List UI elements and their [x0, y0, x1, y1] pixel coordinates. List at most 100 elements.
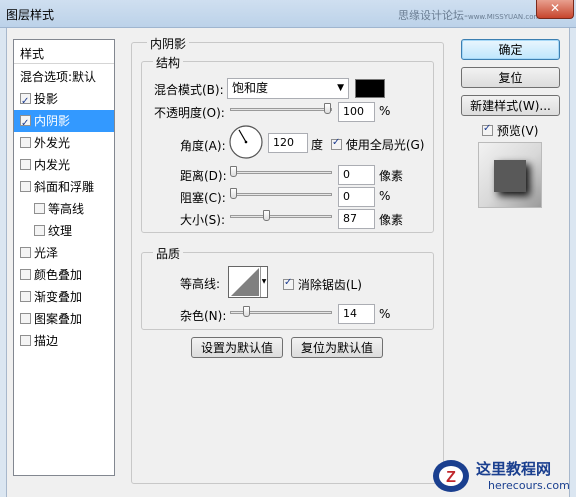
- choke-input[interactable]: 0: [338, 187, 375, 207]
- opacity-slider[interactable]: [230, 108, 332, 111]
- logo-url: herecours.com: [488, 479, 570, 492]
- site-logo: Z 这里教程网 herecours.com: [432, 458, 572, 496]
- distance-slider[interactable]: [230, 171, 332, 174]
- antialias-checkbox[interactable]: 消除锯齿(L): [283, 276, 362, 293]
- style-item[interactable]: 图案叠加: [14, 308, 114, 330]
- make-default-button[interactable]: 设置为默认值: [191, 337, 283, 358]
- styles-header: 样式: [14, 40, 114, 64]
- size-input[interactable]: 87: [338, 209, 375, 229]
- distance-input[interactable]: 0: [338, 165, 375, 185]
- contour-picker[interactable]: ▼: [228, 266, 268, 298]
- style-item-label: 光泽: [34, 246, 59, 260]
- style-item[interactable]: 光泽: [14, 242, 114, 264]
- noise-slider-thumb[interactable]: [243, 306, 251, 317]
- opacity-label: 不透明度(O):: [154, 106, 225, 120]
- style-item[interactable]: 内发光: [14, 154, 114, 176]
- choke-unit: %: [379, 189, 391, 203]
- noise-unit: %: [379, 307, 391, 321]
- style-item[interactable]: 纹理: [14, 220, 114, 242]
- style-item-checkbox-icon[interactable]: [20, 269, 31, 280]
- angle-label: 角度(A):: [180, 139, 226, 153]
- contour-preview-icon: [231, 268, 259, 296]
- dropdown-arrow-icon: ▼: [337, 83, 344, 93]
- logo-title: 这里教程网: [476, 460, 552, 478]
- title-bar: 图层样式 思缘设计论坛-www.MISSYUAN.com ✕: [0, 0, 576, 28]
- style-item-checkbox-icon[interactable]: [20, 137, 31, 148]
- style-item-label: 等高线: [48, 202, 85, 216]
- style-item-label: 图案叠加: [34, 312, 83, 326]
- style-item-label: 外发光: [34, 136, 71, 150]
- style-item-label: 投影: [34, 92, 59, 106]
- style-item-checkbox-icon[interactable]: [20, 159, 31, 170]
- ok-button[interactable]: 确定: [461, 39, 560, 60]
- size-label: 大小(S):: [180, 213, 226, 227]
- distance-unit: 像素: [379, 169, 404, 183]
- new-style-button[interactable]: 新建样式(W)...: [461, 95, 560, 116]
- watermark-site: www.MISSYUAN.com: [467, 13, 541, 21]
- style-item-checkbox-icon[interactable]: [20, 181, 31, 192]
- noise-input[interactable]: 14: [338, 304, 375, 324]
- style-item-checkbox-icon[interactable]: [20, 313, 31, 324]
- svg-text:Z: Z: [446, 469, 456, 486]
- style-item[interactable]: 内阴影: [14, 110, 114, 135]
- global-light-check-icon: [331, 137, 342, 150]
- style-item-label: 斜面和浮雕: [34, 180, 95, 194]
- opacity-unit: %: [379, 104, 391, 118]
- opacity-slider-thumb[interactable]: [324, 103, 331, 114]
- close-button[interactable]: ✕: [536, 0, 574, 19]
- quality-title: 品质: [153, 245, 184, 262]
- preview-check-icon: [482, 123, 493, 136]
- global-light-label: 使用全局光(G): [345, 138, 425, 152]
- size-unit: 像素: [379, 213, 404, 227]
- logo-badge-icon: Z: [433, 460, 469, 492]
- size-slider[interactable]: [230, 215, 332, 218]
- blend-mode-value: 饱和度: [232, 81, 269, 95]
- style-item[interactable]: 斜面和浮雕: [14, 176, 114, 198]
- reset-default-button[interactable]: 复位为默认值: [291, 337, 383, 358]
- style-item[interactable]: 等高线: [14, 198, 114, 220]
- style-item-checkbox-icon[interactable]: [20, 247, 31, 258]
- style-item[interactable]: 混合选项:默认: [14, 66, 114, 88]
- style-item[interactable]: 颜色叠加: [14, 264, 114, 286]
- style-item-checkbox-icon[interactable]: [20, 91, 31, 113]
- style-item[interactable]: 渐变叠加: [14, 286, 114, 308]
- global-light-checkbox[interactable]: 使用全局光(G): [331, 136, 425, 153]
- style-item-label: 内发光: [34, 158, 71, 172]
- blend-mode-select[interactable]: 饱和度 ▼: [227, 78, 349, 99]
- angle-input[interactable]: 120: [268, 133, 308, 153]
- preview-swatch: [478, 142, 542, 208]
- watermark-text: 思缘设计论坛: [398, 9, 464, 22]
- noise-label: 杂色(N):: [180, 309, 227, 323]
- style-item-checkbox-icon[interactable]: [20, 291, 31, 302]
- opacity-input[interactable]: 100: [338, 102, 375, 122]
- preview-checkbox[interactable]: 预览(V): [482, 122, 538, 139]
- angle-dial-center: [244, 140, 248, 144]
- style-item[interactable]: 描边: [14, 330, 114, 352]
- shadow-color-swatch[interactable]: [355, 79, 385, 98]
- size-slider-thumb[interactable]: [262, 210, 270, 221]
- style-item-checkbox-icon[interactable]: [20, 335, 31, 346]
- antialias-check-icon: [283, 277, 294, 290]
- choke-slider[interactable]: [230, 193, 332, 196]
- style-item-checkbox-icon[interactable]: [20, 113, 31, 135]
- style-item-label: 内阴影: [34, 114, 71, 128]
- style-item-label: 颜色叠加: [34, 268, 83, 282]
- angle-dial[interactable]: [228, 124, 264, 160]
- style-item-label: 纹理: [48, 224, 73, 238]
- structure-title: 结构: [153, 54, 184, 71]
- style-item-label: 混合选项:默认: [20, 70, 97, 84]
- window-title: 图层样式: [6, 8, 55, 22]
- style-item-checkbox-icon[interactable]: [34, 225, 45, 236]
- inner-shadow-title: 内阴影: [147, 35, 190, 52]
- distance-label: 距离(D):: [180, 169, 227, 183]
- distance-slider-thumb[interactable]: [230, 166, 237, 177]
- contour-label: 等高线:: [180, 277, 221, 291]
- style-item[interactable]: 外发光: [14, 132, 114, 154]
- reset-button[interactable]: 复位: [461, 67, 560, 88]
- watermark: 思缘设计论坛-www.MISSYUAN.com: [398, 9, 541, 22]
- style-item-checkbox-icon[interactable]: [34, 203, 45, 214]
- choke-slider-thumb[interactable]: [230, 188, 237, 199]
- preview-square: [494, 160, 526, 192]
- style-item[interactable]: 投影: [14, 88, 114, 113]
- contour-dropdown-arrow-icon: ▼: [260, 267, 267, 297]
